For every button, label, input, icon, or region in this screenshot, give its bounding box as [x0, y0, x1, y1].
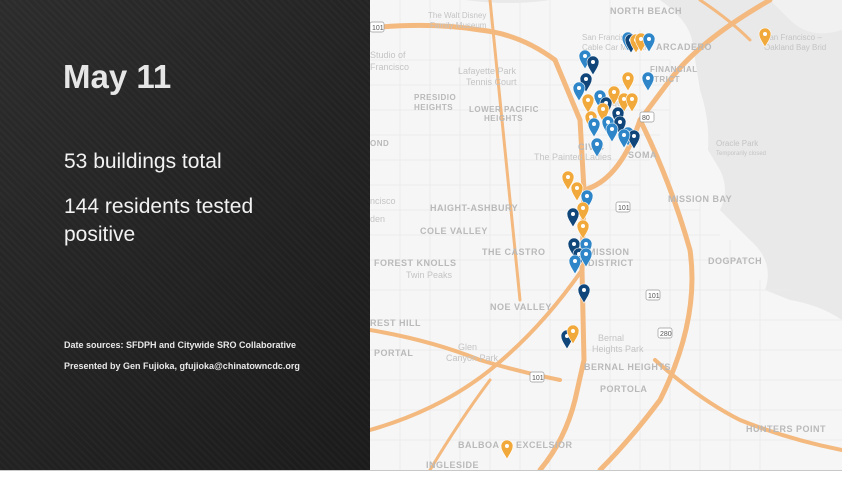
shield-80: 80 [642, 115, 650, 122]
presenter-credit: Presented by Gen Fujioka, gfujioka@china… [64, 361, 300, 371]
label-bay-bridge-2: Oakland Bay Brid [764, 43, 826, 52]
label-financial-2: TRICT [654, 75, 680, 84]
label-presidio-1: PRESIDIO [414, 93, 456, 102]
buildings-total-stat: 53 buildings total [64, 150, 222, 173]
label-bernal-1: Bernal [598, 333, 624, 343]
data-sources-note: Date sources: SFDPH and Citywide SRO Col… [64, 340, 297, 350]
bottom-divider [0, 470, 842, 471]
label-glen-2: Canyon Park [446, 353, 499, 363]
shield-101c: 101 [648, 293, 660, 300]
label-excelsior: EXCELSIOR [516, 440, 573, 450]
label-north-beach: NORTH BEACH [610, 6, 682, 16]
shield-101d: 101 [532, 375, 544, 382]
label-portola: PORTOLA [600, 384, 647, 394]
label-lafayette-1: Lafayette Park [458, 66, 517, 76]
label-studio-of: Studio of [370, 50, 406, 60]
shield-101b: 101 [618, 205, 630, 212]
map-canvas: NORTH BEACH The Walt Disney Family Museu… [370, 0, 842, 470]
label-portal: PORTAL [374, 348, 413, 358]
label-oracle-2: Temporarily closed [716, 151, 766, 157]
label-bay-bridge-1: San Francisco – [764, 33, 822, 42]
label-family-museum: Family Museum [430, 21, 487, 30]
label-bernal-heights: BERNAL HEIGHTS [584, 362, 671, 372]
label-twin-peaks: Twin Peaks [406, 270, 453, 280]
residents-positive-stat: 144 residents tested positive [64, 195, 254, 246]
label-lower-pacific-2: HEIGHTS [484, 114, 523, 123]
label-castro: THE CASTRO [482, 247, 546, 257]
label-rest-hill: REST HILL [370, 318, 421, 328]
label-cole-valley: COLE VALLEY [420, 226, 488, 236]
label-hunters-point: HUNTERS POINT [746, 424, 826, 434]
label-glen-1: Glen [458, 342, 477, 352]
sf-map[interactable]: NORTH BEACH The Walt Disney Family Museu… [370, 0, 842, 470]
label-lafayette-2: Tennis Court [466, 77, 517, 87]
label-ncisco: ncisco [370, 196, 396, 206]
label-mission-bay: MISSION BAY [668, 194, 732, 204]
label-dogpatch: DOGPATCH [708, 256, 762, 266]
east-bay-land [770, 0, 842, 34]
label-painted-ladies: The Painted Ladies [534, 152, 612, 162]
label-oracle-1: Oracle Park [716, 139, 759, 148]
label-ingleside: INGLESIDE [426, 460, 479, 470]
label-presidio-2: HEIGHTS [414, 103, 453, 112]
label-forest-knolls: FOREST KNOLLS [374, 258, 457, 268]
shield-101a: 101 [372, 25, 384, 32]
label-haight: HAIGHT-ASHBURY [430, 203, 518, 213]
label-embarcadero: ARCADERO [656, 42, 712, 52]
info-panel: May 11 53 buildings total 144 residents … [0, 0, 370, 470]
label-financial-1: FINANCIAL [650, 65, 698, 74]
shield-280: 280 [660, 331, 672, 338]
label-soma: SOMA [628, 150, 657, 160]
label-francisco: Francisco [370, 62, 409, 72]
label-mission-1: MISSION [588, 247, 630, 257]
label-mission-2: DISTRICT [588, 258, 634, 268]
label-walt-disney: The Walt Disney [428, 11, 486, 20]
label-den: den [370, 214, 385, 224]
label-ond: OND [370, 139, 389, 148]
label-bernal-2: Heights Park [592, 344, 644, 354]
slide-title: May 11 [63, 58, 172, 95]
label-noe-valley: NOE VALLEY [490, 302, 552, 312]
presentation-slide: May 11 53 buildings total 144 residents … [0, 0, 842, 470]
label-lower-pacific-1: LOWER PACIFIC [469, 105, 539, 114]
